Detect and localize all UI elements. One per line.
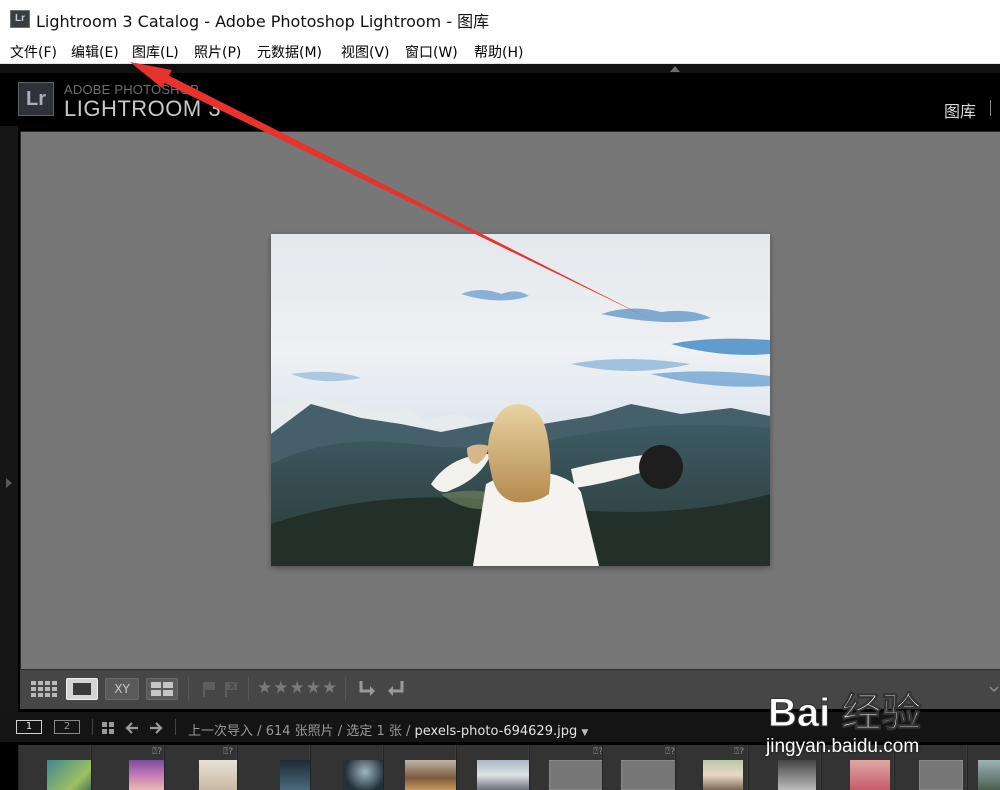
filmstrip-cell[interactable] xyxy=(456,745,537,790)
previous-arrow-icon[interactable] xyxy=(124,720,140,734)
metadata-badge-icon: ⍰? xyxy=(665,747,676,757)
compare-view-button[interactable]: XY xyxy=(105,678,139,700)
rating-stars[interactable]: ★★★★★ xyxy=(257,679,338,697)
metadata-badge-icon: ⍰? xyxy=(734,747,745,757)
photo-count: 614 张照片 xyxy=(265,724,334,739)
filmstrip-cell[interactable] xyxy=(383,745,465,790)
filmstrip-cell[interactable] xyxy=(967,745,1000,790)
filmstrip-separator xyxy=(92,719,93,735)
toolbar-separator xyxy=(345,677,346,701)
filmstrip-cell[interactable] xyxy=(821,745,894,790)
current-filename: pexels-photo-694629.jpg xyxy=(414,724,578,739)
menu-help[interactable]: 帮助(H) xyxy=(474,42,523,62)
grid-view-button[interactable] xyxy=(28,678,60,700)
filmstrip-thumbnail[interactable] xyxy=(477,760,537,790)
identity-adobe-text: ADOBE PHOTOSHOP xyxy=(64,82,199,97)
rotate-left-button[interactable] xyxy=(356,678,378,700)
flag-pick-button[interactable] xyxy=(200,678,218,700)
filmstrip-header: 1 2 上一次导入 / 614 张照片 / 选定 1 张 / pexels-ph… xyxy=(0,712,1000,742)
menu-library[interactable]: 图库(L) xyxy=(132,42,179,62)
selected-count: 选定 1 张 xyxy=(346,724,402,739)
filmstrip-thumbnail-placeholder[interactable] xyxy=(919,760,963,790)
loupe-view[interactable] xyxy=(20,131,1000,669)
filmstrip-thumbnail[interactable] xyxy=(850,760,890,790)
lightroom-logo: Lr xyxy=(18,82,54,116)
filmstrip-cell[interactable] xyxy=(894,745,967,790)
flag-icon xyxy=(203,682,215,697)
app-icon: Lr xyxy=(10,10,30,28)
loupe-photo[interactable] xyxy=(271,234,770,566)
flag-reject-button[interactable] xyxy=(222,678,240,700)
library-toolbar: XY ★★★★★ xyxy=(20,669,1000,709)
rotate-left-icon xyxy=(359,681,375,696)
menu-view[interactable]: 视图(V) xyxy=(341,42,390,62)
filmstrip[interactable]: ⍰? ⍰? ⍰? ⍰? ⍰? xyxy=(18,745,1000,790)
toolbar-separator xyxy=(188,677,189,701)
filmstrip-thumbnail-placeholder[interactable] xyxy=(549,760,609,790)
lightroom-app: Lr ADOBE PHOTOSHOP LIGHTROOM 3 图库 XY ★★★… xyxy=(0,64,1000,790)
secondary-screen-button[interactable]: 2 xyxy=(54,720,80,734)
photo-image xyxy=(271,234,770,566)
menu-photo[interactable]: 照片(P) xyxy=(194,42,241,62)
survey-view-icon xyxy=(151,682,173,696)
filmstrip-thumbnail[interactable] xyxy=(129,760,167,790)
toolbar-separator xyxy=(248,677,249,701)
loupe-view-icon xyxy=(73,683,91,695)
title-bar: Lr Lightroom 3 Catalog - Adobe Photoshop… xyxy=(0,0,1000,38)
filmstrip-cell[interactable] xyxy=(310,745,387,790)
menu-bar: 文件(F) 编辑(E) 图库(L) 照片(P) 元数据(M) 视图(V) 窗口(… xyxy=(0,38,1000,64)
expand-left-panel-icon[interactable] xyxy=(6,478,12,488)
primary-screen-button[interactable]: 1 xyxy=(16,720,42,734)
filmstrip-cell[interactable] xyxy=(237,745,324,790)
loupe-view-button[interactable] xyxy=(66,678,98,700)
path-separator: / xyxy=(406,724,411,739)
filmstrip-source-path[interactable]: 上一次导入 / 614 张照片 / 选定 1 张 / pexels-photo-… xyxy=(188,720,588,739)
toolbar-menu-chevron-icon[interactable] xyxy=(982,680,1000,700)
metadata-badge-icon: ⍰? xyxy=(152,747,163,757)
filmstrip-cell[interactable]: ⍰? xyxy=(675,745,748,790)
filmstrip-thumbnail-placeholder[interactable] xyxy=(621,760,681,790)
collapse-top-panel-icon[interactable] xyxy=(670,66,680,72)
menu-edit[interactable]: 编辑(E) xyxy=(71,42,119,62)
reject-flag-icon xyxy=(225,682,237,697)
filmstrip-separator xyxy=(175,719,176,735)
menu-window[interactable]: 窗口(W) xyxy=(405,42,458,62)
path-separator: / xyxy=(337,724,343,739)
rotate-right-icon xyxy=(388,681,404,696)
rotate-right-button[interactable] xyxy=(384,678,408,700)
source-label: 上一次导入 xyxy=(188,724,254,739)
grid-view-icon xyxy=(31,681,57,697)
chevron-down-icon[interactable]: ▼ xyxy=(581,728,588,738)
module-separator xyxy=(990,100,991,116)
module-picker-library[interactable]: 图库 xyxy=(944,98,976,122)
filmstrip-cell[interactable]: ⍰? xyxy=(529,745,609,790)
menu-metadata[interactable]: 元数据(M) xyxy=(257,42,322,62)
metadata-badge-icon: ⍰? xyxy=(223,747,234,757)
path-separator: / xyxy=(257,724,262,739)
left-panel-toggle-strip[interactable] xyxy=(0,126,18,736)
filmstrip-cell[interactable]: ⍰? xyxy=(602,745,681,790)
top-panel-toggle-strip[interactable] xyxy=(0,64,1000,73)
next-arrow-icon[interactable] xyxy=(148,720,164,734)
window-title: Lightroom 3 Catalog - Adobe Photoshop Li… xyxy=(36,12,490,31)
filmstrip-cell[interactable]: ⍰? xyxy=(164,745,243,790)
grid-shortcut-icon[interactable] xyxy=(101,720,117,734)
filmstrip-cell[interactable] xyxy=(748,745,821,790)
filmstrip-thumbnail[interactable] xyxy=(343,760,387,790)
survey-view-button[interactable] xyxy=(146,678,178,700)
menu-file[interactable]: 文件(F) xyxy=(10,42,57,62)
filmstrip-cell[interactable] xyxy=(18,745,104,790)
filmstrip-thumbnail[interactable] xyxy=(778,760,816,790)
identity-product-text: LIGHTROOM 3 xyxy=(64,96,222,121)
filmstrip-cell[interactable]: ⍰? xyxy=(91,745,167,790)
filmstrip-thumbnail[interactable] xyxy=(703,760,743,790)
filmstrip-thumbnail[interactable] xyxy=(978,760,1000,790)
